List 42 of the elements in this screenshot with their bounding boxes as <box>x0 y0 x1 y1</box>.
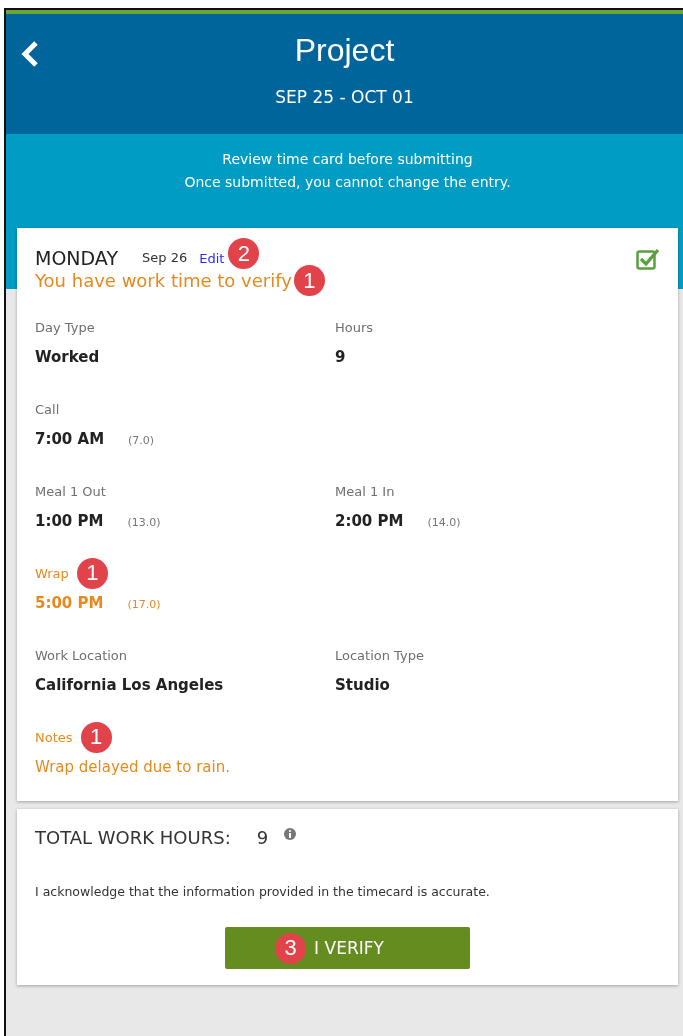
number-badge: 2 <box>228 238 260 269</box>
decimal-hours: (7.0) <box>128 434 155 447</box>
field-label: Call <box>35 401 60 417</box>
date-range: SEP 25 - OCT 01 <box>275 87 414 107</box>
field-value: Wrap delayed due to rain. <box>35 758 230 776</box>
banner-text: Review time card before submitting <box>221 150 474 169</box>
number-badge: 3 <box>275 932 307 964</box>
field-value: Worked <box>35 348 100 366</box>
total-value: 9 <box>256 827 269 848</box>
field-label: Location Type <box>335 647 424 663</box>
field-label: Notes <box>35 729 73 745</box>
number-badge: 1 <box>76 557 108 589</box>
field-label: Day Type <box>35 319 95 335</box>
field-label: Meal 1 In <box>335 483 395 499</box>
total-label: TOTAL WORK HOURS: <box>35 827 231 848</box>
decimal-hours: (17.0) <box>127 598 161 611</box>
field-label: Hours <box>335 319 374 335</box>
field-value: Studio <box>335 676 390 694</box>
checkbox-checked-icon[interactable] <box>636 248 660 270</box>
field-value: California Los Angeles <box>35 676 224 694</box>
decimal-hours: (14.0) <box>427 516 461 529</box>
field-value: 1:00 PM <box>35 512 104 530</box>
info-icon[interactable] <box>284 827 297 840</box>
page-title: Project <box>294 32 395 69</box>
field-value: 5:00 PM <box>35 594 104 612</box>
number-badge: 1 <box>80 721 112 753</box>
edit-link[interactable]: Edit <box>199 251 225 266</box>
number-badge: 1 <box>293 265 325 296</box>
field-label: Wrap <box>35 565 69 581</box>
acknowledgement-text: I acknowledge that the information provided in the timecard is accurate. <box>35 884 491 899</box>
banner-text: Once submitted, you cannot change the entry. <box>183 173 512 192</box>
warning-text: You have work time to verify <box>35 270 292 291</box>
field-value: 7:00 AM <box>35 430 105 448</box>
decimal-hours: (13.0) <box>127 516 161 529</box>
field-label: Work Location <box>35 647 128 663</box>
field-label: Meal 1 Out <box>35 483 106 499</box>
day-date: Sep 26 <box>142 250 188 265</box>
field-value: 2:00 PM <box>335 512 404 530</box>
verify-button[interactable]: 3 I VERIFY <box>225 927 470 969</box>
field-value: 9 <box>335 348 346 366</box>
day-name: MONDAY <box>35 246 118 269</box>
back-icon[interactable] <box>20 40 40 68</box>
